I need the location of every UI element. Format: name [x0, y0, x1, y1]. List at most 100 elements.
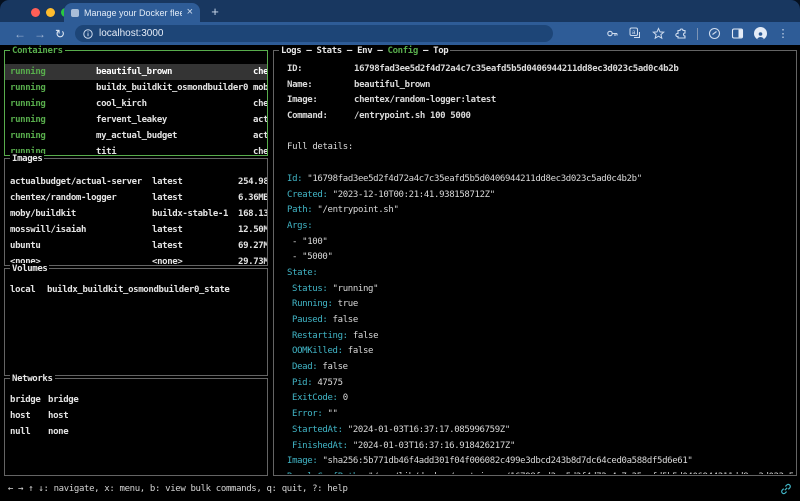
config-summary-line: Image:chentex/random-logger:latest — [287, 93, 795, 109]
detail-body[interactable]: ID:16798fad3ee5d2f4d72a4c7c35eafd5b5d040… — [275, 62, 795, 474]
tab-separator: — — [342, 46, 357, 56]
bookmark-star-icon[interactable] — [651, 27, 665, 41]
config-key: Pid: — [292, 378, 312, 388]
volumes-list: localbuildx_buildkit_osmondbuilder0_stat… — [5, 282, 267, 372]
toolbar-separator — [697, 28, 698, 40]
address-bar[interactable]: localhost:3000 — [75, 25, 553, 42]
image-row[interactable]: mosswill/isaiahlatest12.50M — [5, 222, 267, 238]
translate-icon[interactable]: a — [628, 27, 642, 41]
network-row[interactable]: nullnone — [5, 424, 267, 440]
browser-tab[interactable]: Manage your Docker fleet wi × — [64, 3, 200, 22]
network-driver: host — [10, 408, 48, 424]
link-icon[interactable] — [780, 483, 792, 495]
config-detail-line: - "100" — [287, 235, 795, 251]
config-detail-line: Created: "2023-12-10T00:21:41.938158712Z… — [287, 188, 795, 204]
password-key-icon[interactable] — [605, 27, 619, 41]
images-panel: Images actualbudget/actual-serverlatest2… — [4, 158, 268, 266]
config-detail-line: State: — [287, 266, 795, 282]
tab-separator: — — [418, 46, 433, 56]
container-row[interactable]: runningfervent_leakeyact — [5, 112, 267, 128]
container-row[interactable]: runningbeautiful_brownche — [5, 64, 267, 80]
volume-row[interactable]: localbuildx_buildkit_osmondbuilder0_stat… — [5, 282, 267, 298]
back-icon[interactable]: ← — [10, 27, 30, 41]
side-panel-icon[interactable] — [730, 27, 744, 41]
networks-panel: Networks bridgebridgehosthostnullnone — [4, 378, 268, 476]
volume-driver: local — [10, 282, 47, 298]
config-detail-line: OOMKilled: false — [287, 344, 795, 360]
config-key: Status: — [292, 284, 327, 294]
config-summary-label: ID: — [287, 62, 354, 78]
image-row[interactable]: chentex/random-loggerlatest6.36MB — [5, 190, 267, 206]
container-row[interactable]: runningmy_actual_budgetact — [5, 128, 267, 144]
tab-logs[interactable]: Logs — [281, 46, 301, 56]
config-detail-line: Status: "running" — [287, 282, 795, 298]
config-summary-line: Name:beautiful_brown — [287, 78, 795, 94]
extension-badge-icon[interactable] — [707, 27, 721, 41]
config-key: Created: — [287, 190, 328, 200]
url-text: localhost:3000 — [99, 28, 164, 39]
network-name: host — [48, 408, 68, 424]
close-window-button[interactable] — [31, 8, 40, 17]
config-detail-line: Pid: 47575 — [287, 376, 795, 392]
toolbar-icon-cluster: a ⋮ — [605, 27, 790, 41]
container-name: my_actual_budget — [96, 128, 253, 144]
container-name: titi — [96, 144, 253, 154]
image-name: ubuntu — [10, 238, 152, 254]
image-size: 168.13 — [238, 206, 267, 222]
config-detail-line: StartedAt: "2024-01-03T16:37:17.08599675… — [287, 423, 795, 439]
container-image: act — [253, 128, 267, 144]
container-status: running — [10, 128, 96, 144]
image-size: 29.73M — [238, 254, 267, 264]
networks-list: bridgebridgehosthostnullnone — [5, 392, 267, 473]
config-key: Paused: — [292, 315, 327, 325]
config-detail-line: Path: "/entrypoint.sh" — [287, 203, 795, 219]
config-detail-line: ExitCode: 0 — [287, 391, 795, 407]
tab-top[interactable]: Top — [433, 46, 448, 56]
extensions-puzzle-icon[interactable] — [674, 27, 688, 41]
site-info-icon[interactable] — [83, 29, 93, 39]
config-key: StartedAt: — [292, 425, 343, 435]
browser-window: Manage your Docker fleet wi × + ← → ↻ lo… — [0, 0, 800, 501]
new-tab-button[interactable]: + — [207, 4, 223, 20]
image-row[interactable]: actualbudget/actual-serverlatest254.98 — [5, 174, 267, 190]
container-status: running — [10, 80, 96, 96]
tab-env[interactable]: Env — [357, 46, 372, 56]
config-key: Image: — [287, 456, 317, 466]
containers-panel-title: Containers — [10, 45, 65, 57]
image-size: 254.98 — [238, 174, 267, 190]
profile-avatar-icon[interactable] — [753, 27, 767, 41]
status-bar: ← → ↑ ↓: navigate, x: menu, b: view bulk… — [0, 476, 800, 501]
network-name: bridge — [48, 392, 78, 408]
network-driver: null — [10, 424, 48, 440]
config-detail-line: Id: "16798fad3ee5d2f4d72a4c7c35eafd5b5d0… — [287, 172, 795, 188]
minimize-window-button[interactable] — [46, 8, 55, 17]
network-row[interactable]: hosthost — [5, 408, 267, 424]
config-detail-line: Running: true — [287, 297, 795, 313]
tab-stats[interactable]: Stats — [317, 46, 342, 56]
image-name: chentex/random-logger — [10, 190, 152, 206]
reload-icon[interactable]: ↻ — [50, 27, 70, 41]
image-row[interactable]: ubuntulatest69.27M — [5, 238, 267, 254]
config-summary-label: Name: — [287, 78, 354, 94]
detail-tabs: Logs — Stats — Env — Config — Top — [279, 45, 450, 57]
browser-toolbar: ← → ↻ localhost:3000 a — [0, 22, 800, 45]
config-key: Args: — [287, 221, 312, 231]
config-summary-value: /entrypoint.sh 100 5000 — [354, 111, 471, 121]
forward-icon[interactable]: → — [30, 27, 50, 41]
container-status: running — [10, 112, 96, 128]
menu-dots-icon[interactable]: ⋮ — [776, 27, 790, 41]
network-row[interactable]: bridgebridge — [5, 392, 267, 408]
networks-panel-title: Networks — [10, 373, 55, 385]
config-detail-line: Full details: — [287, 140, 795, 156]
images-panel-title: Images — [10, 153, 44, 165]
config-detail-line: Restarting: false — [287, 329, 795, 345]
container-row[interactable]: runningcool_kirchche — [5, 96, 267, 112]
image-tag: latest — [152, 238, 238, 254]
docker-tui: Containers runningbeautiful_browncherunn… — [0, 45, 800, 501]
tab-config[interactable]: Config — [388, 46, 418, 56]
config-key: Restarting: — [292, 331, 348, 341]
tab-close-icon[interactable]: × — [187, 7, 193, 18]
image-row[interactable]: moby/buildkitbuildx-stable-1168.13 — [5, 206, 267, 222]
container-status: running — [10, 64, 96, 80]
container-row[interactable]: runningbuildx_buildkit_osmondbuilder0mob — [5, 80, 267, 96]
